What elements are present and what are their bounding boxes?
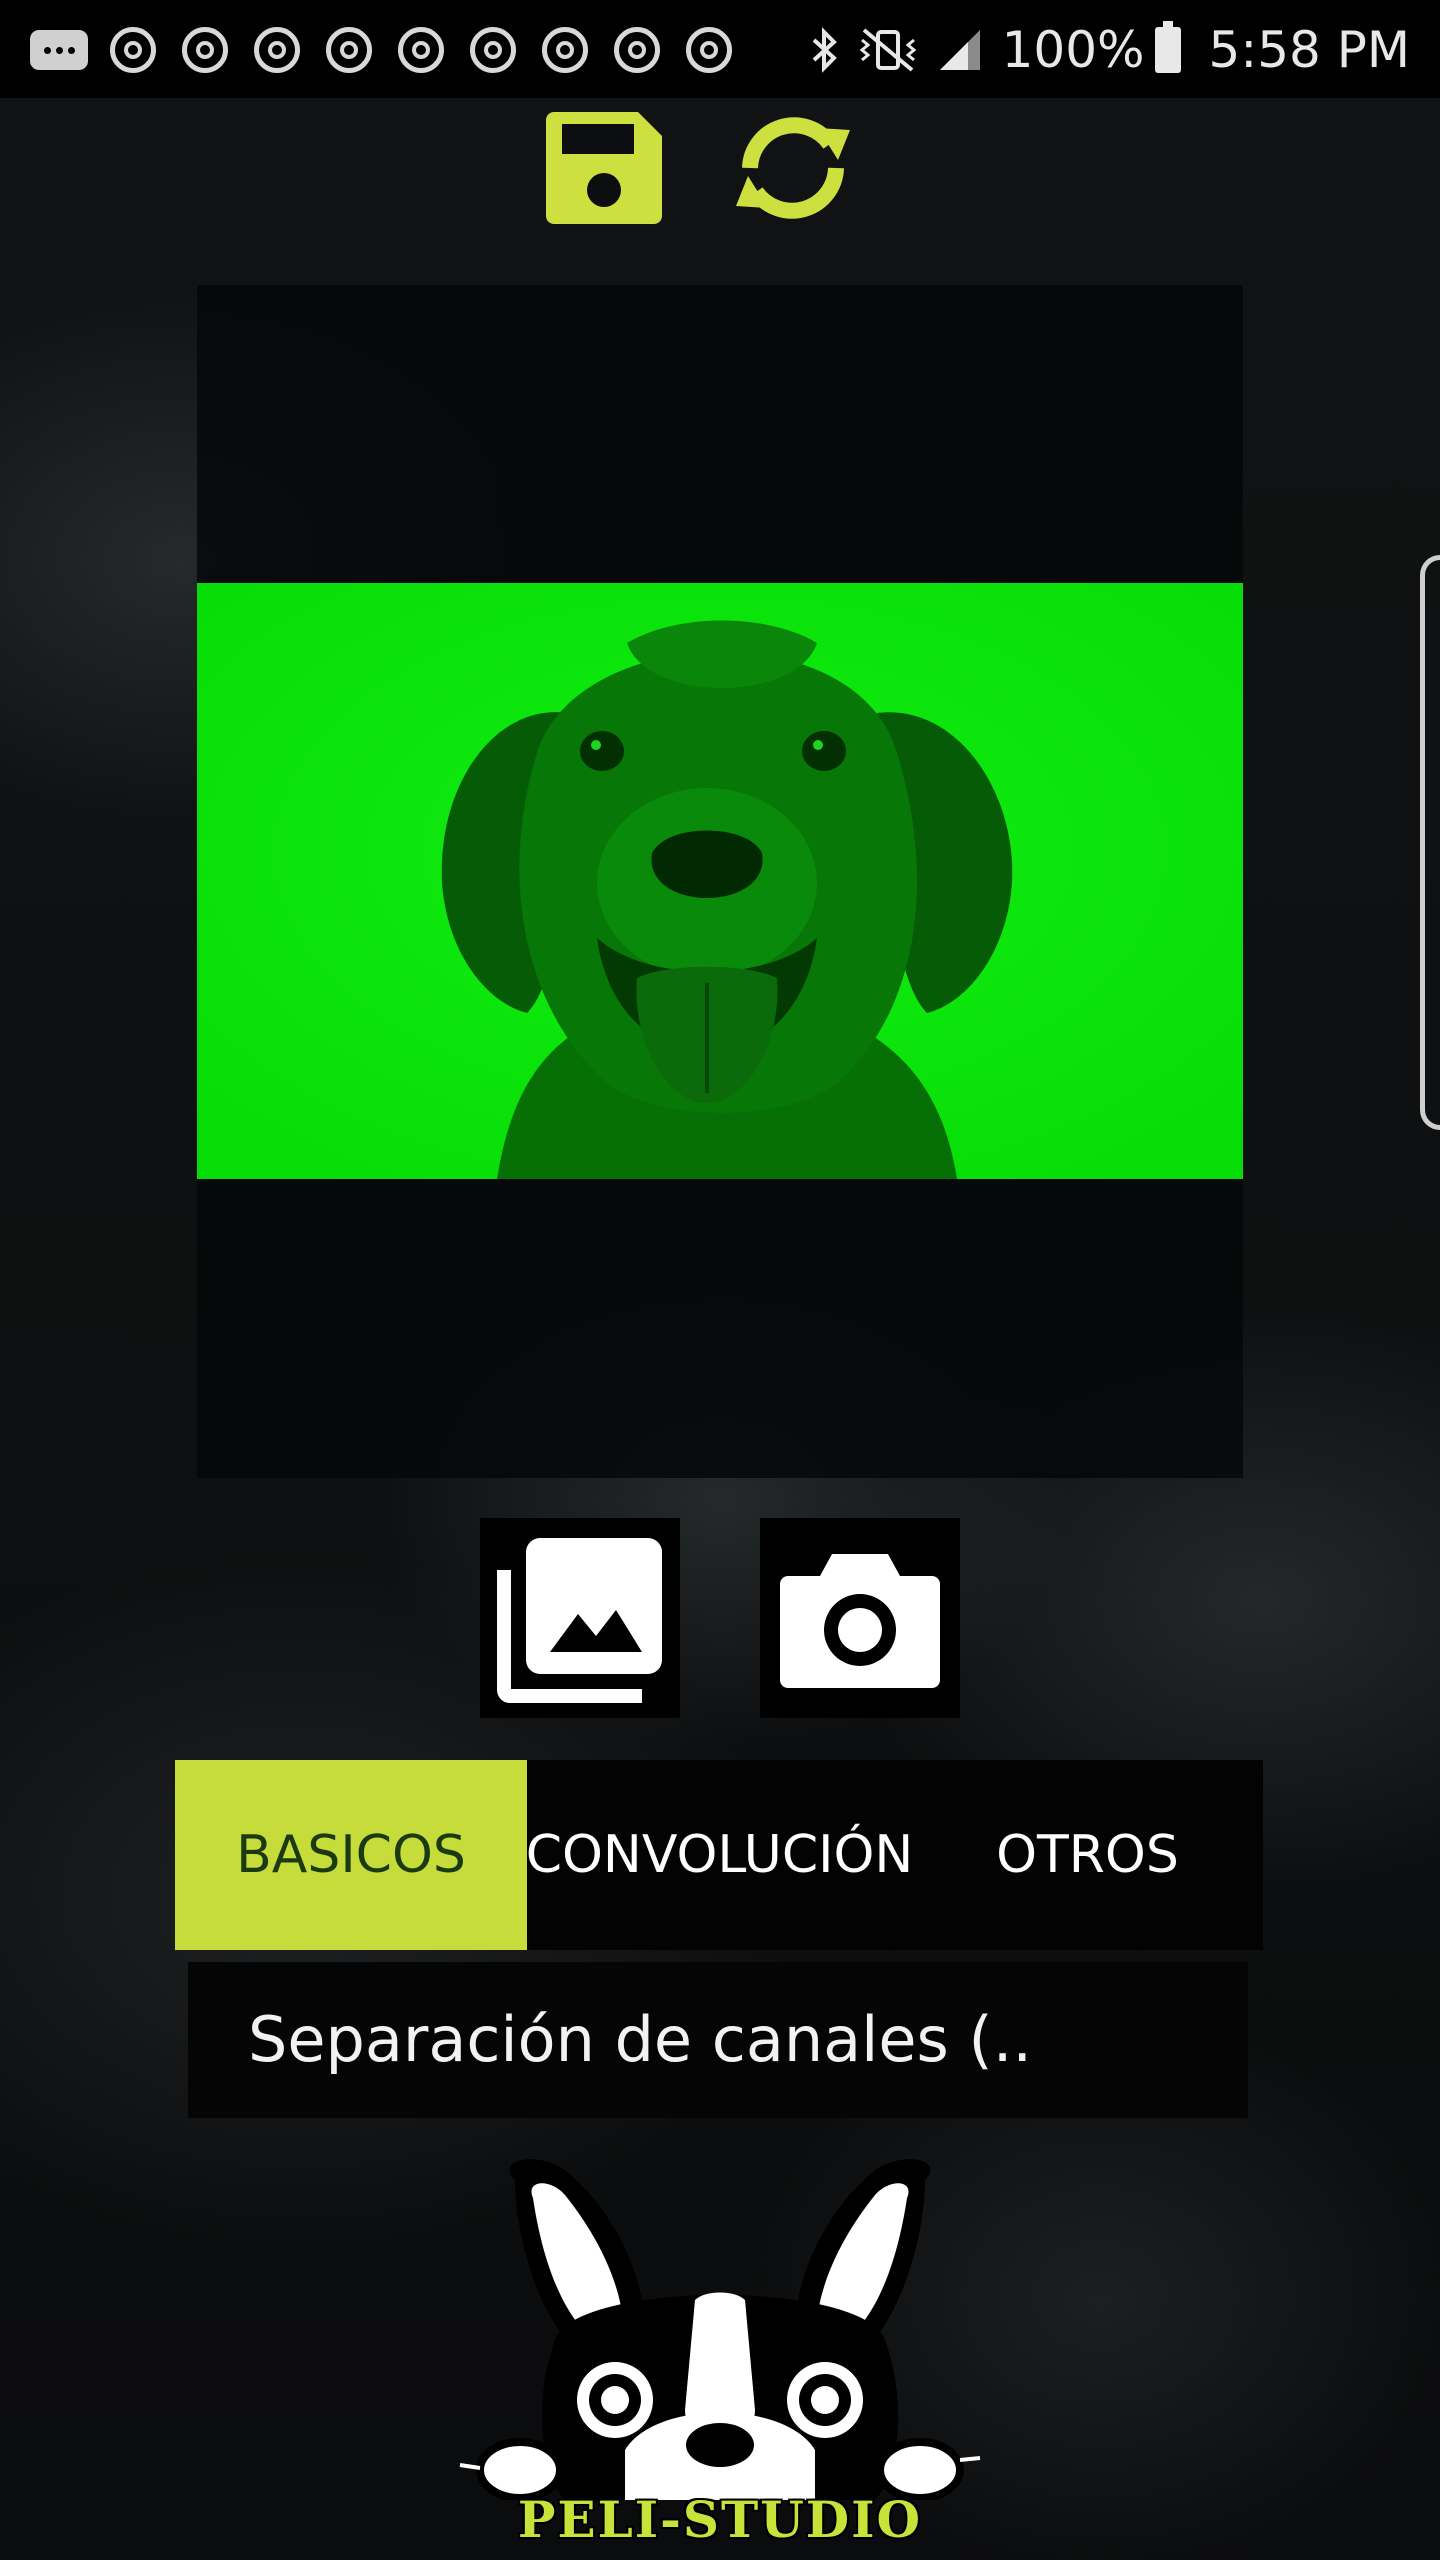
filter-select[interactable]: Separación de canales (.. [188, 1962, 1248, 2118]
dog-photo-image [197, 583, 1243, 1179]
chrome-icon [686, 27, 732, 73]
bluetooth-icon [812, 27, 837, 73]
gallery-button[interactable] [480, 1518, 680, 1718]
tab-label: BASICOS [236, 1825, 466, 1885]
filter-category-tabs: BASICOS CONVOLUCIÓN OTROS [175, 1760, 1263, 1950]
refresh-sync-icon [736, 117, 850, 219]
edge-panel-handle[interactable] [1420, 555, 1440, 1130]
vibrate-mute-icon [859, 28, 916, 72]
gallery-images-icon [497, 1538, 662, 1703]
status-notifications [30, 20, 758, 80]
tab-basicos[interactable]: BASICOS [175, 1760, 527, 1950]
signal-icon [939, 30, 980, 70]
status-bar: 100% 5:58 PM [0, 0, 1440, 98]
top-toolbar [546, 112, 886, 228]
image-preview-panel [197, 285, 1243, 1478]
chrome-icon [398, 27, 444, 73]
save-button[interactable] [546, 112, 666, 228]
chrome-icon [182, 27, 228, 73]
chrome-icon [542, 27, 588, 73]
tab-label: CONVOLUCIÓN [525, 1825, 914, 1885]
chrome-icon [614, 27, 660, 73]
chrome-icon [254, 27, 300, 73]
tab-label: OTROS [996, 1825, 1179, 1885]
filter-select-value: Separación de canales (.. [248, 2003, 1033, 2076]
tab-convolucion[interactable]: CONVOLUCIÓN [525, 1760, 914, 1950]
refresh-button[interactable] [726, 112, 866, 228]
battery-percent: 100% [1001, 21, 1145, 79]
bulldog-logo-image [459, 2159, 981, 2502]
save-floppy-icon [546, 112, 662, 224]
tab-otros[interactable]: OTROS [912, 1760, 1263, 1950]
chrome-icon [326, 27, 372, 73]
camera-button[interactable] [760, 1518, 960, 1718]
battery-icon [1154, 21, 1181, 73]
clock: 5:58 PM [1208, 21, 1410, 79]
chrome-icon [110, 27, 156, 73]
logo-wordmark: PELI-STUDIO [517, 2490, 923, 2549]
status-system: 100% 5:58 PM [810, 12, 1410, 88]
filtered-photo[interactable] [197, 583, 1243, 1179]
camera-icon [780, 1554, 940, 1688]
chrome-icon [470, 27, 516, 73]
notification-dots-icon [30, 30, 88, 70]
peli-studio-logo: PELI-STUDIO [455, 2150, 985, 2560]
app-screen: 100% 5:58 PM BASICOS CONVOLUCIÓN OTROS S… [0, 0, 1440, 2560]
